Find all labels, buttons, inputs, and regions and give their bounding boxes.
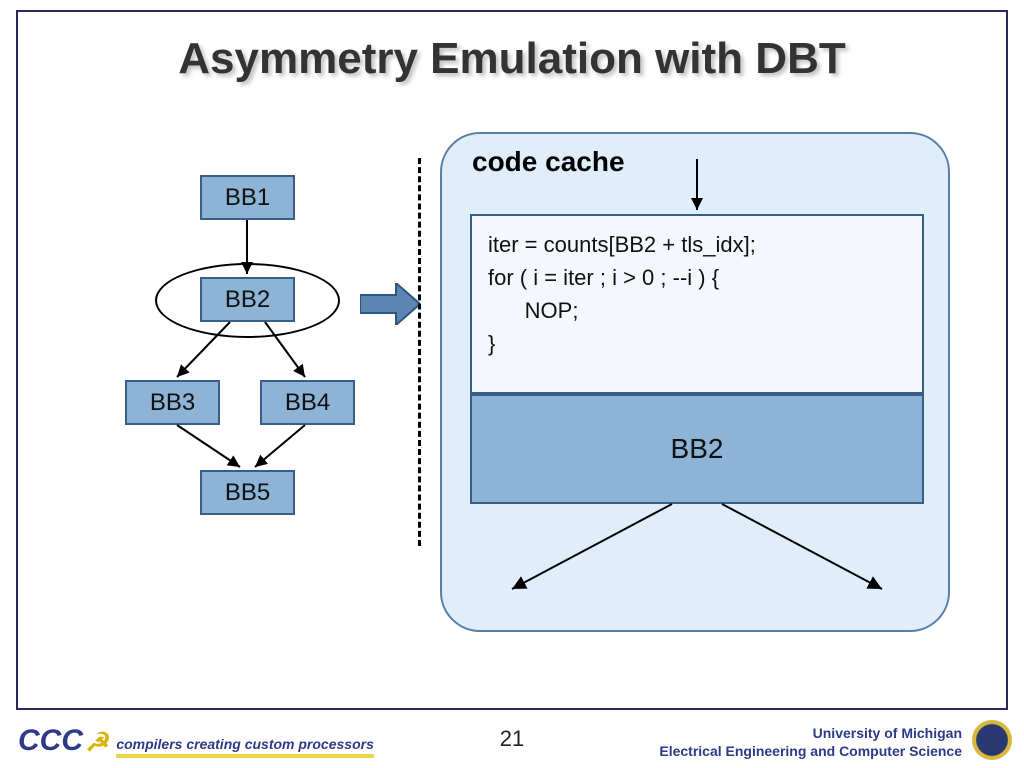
arrow-bb1-bb2	[95, 150, 395, 550]
university-seal-icon	[972, 720, 1012, 760]
divider-dashed	[418, 158, 421, 546]
code-line: NOP;	[488, 294, 906, 327]
transform-arrow-icon	[360, 283, 420, 325]
uni-line1: University of Michigan	[659, 724, 962, 742]
code-line: for ( i = iter ; i > 0 ; --i ) {	[488, 261, 906, 294]
cccp-text: CCC	[18, 724, 83, 758]
cached-bb2-block: BB2	[470, 394, 924, 504]
arrow-into-codebox	[442, 134, 952, 224]
slide-footer: CCC ☭ compilers creating custom processo…	[0, 713, 1024, 768]
slide-title: Asymmetry Emulation with DBT	[0, 34, 1024, 84]
cccp-logo: CCC ☭ compilers creating custom processo…	[18, 724, 374, 758]
instrumentation-code: iter = counts[BB2 + tls_idx]; for ( i = …	[470, 214, 924, 394]
hammer-sickle-icon: ☭	[85, 727, 108, 758]
uni-line2: Electrical Engineering and Computer Scie…	[659, 742, 962, 760]
flowchart: BB1 BB2 BB3 BB4 BB5	[95, 150, 395, 650]
code-line: iter = counts[BB2 + tls_idx];	[488, 228, 906, 261]
cccp-tagline: compilers creating custom processors	[116, 736, 374, 758]
cccp-mark: CCC ☭	[18, 724, 108, 758]
university-attribution: University of Michigan Electrical Engine…	[659, 724, 962, 760]
page-number: 21	[500, 726, 524, 752]
code-line: }	[488, 327, 906, 360]
code-cache-panel: code cache iter = counts[BB2 + tls_idx];…	[440, 132, 950, 632]
arrows-out-bb2	[442, 494, 952, 624]
